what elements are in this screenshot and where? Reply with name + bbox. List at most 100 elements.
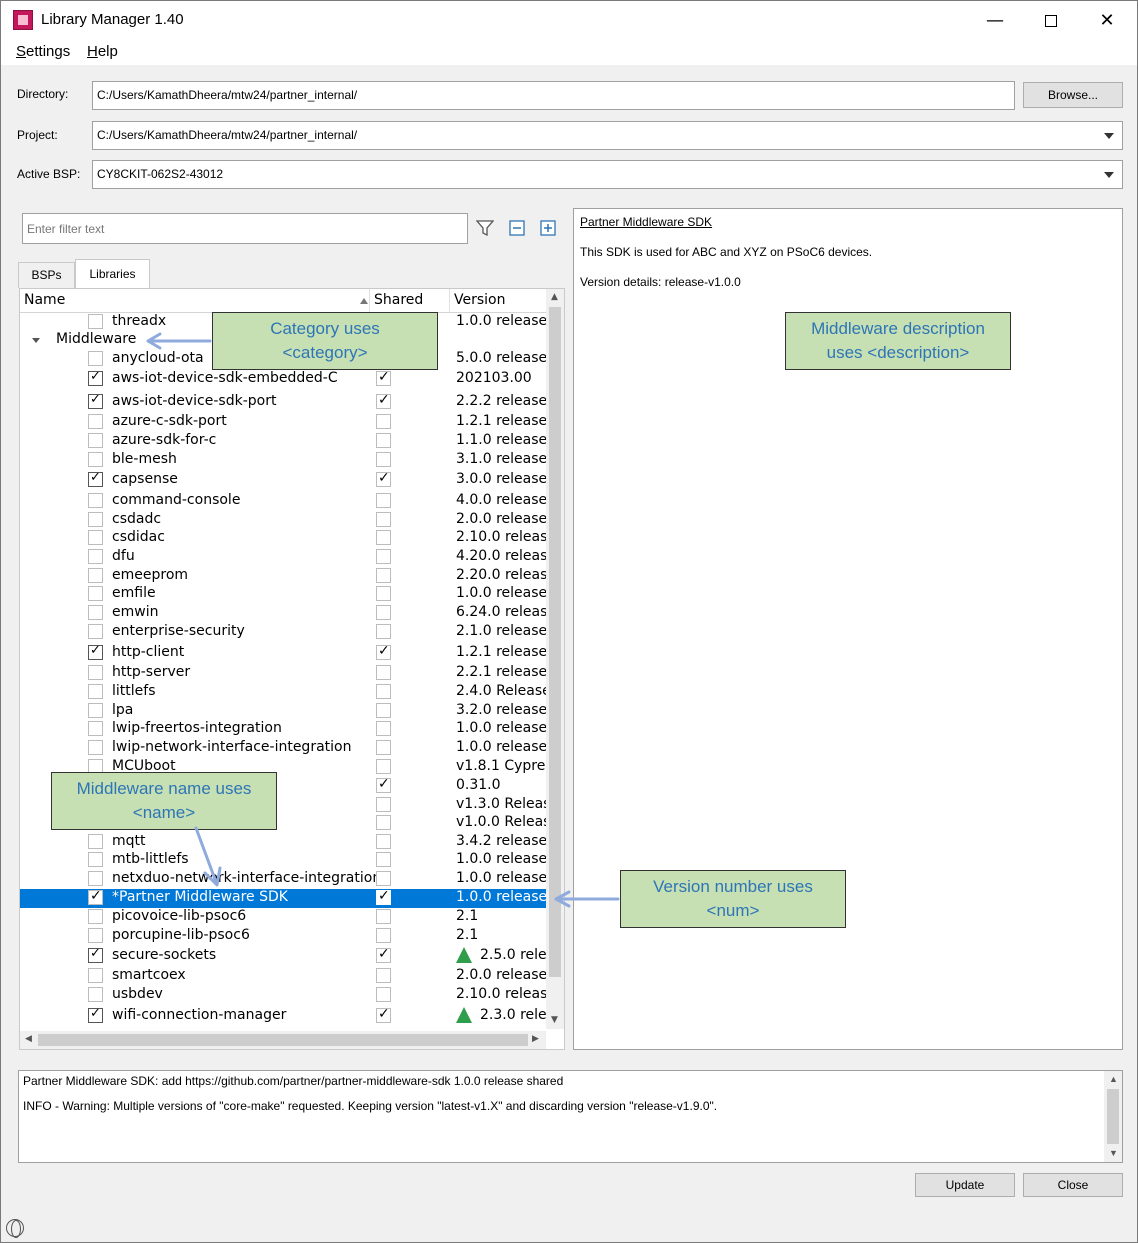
- minimize-button[interactable]: —: [967, 1, 1023, 40]
- shared-checkbox[interactable]: [376, 703, 391, 718]
- library-checkbox[interactable]: [88, 568, 103, 583]
- tree-row[interactable]: lwip-freertos-integration 1.0.0 release: [20, 720, 546, 739]
- shared-checkbox[interactable]: [376, 815, 391, 830]
- version-cell[interactable]: 2.2.2 release: [456, 393, 546, 409]
- version-cell[interactable]: 6.24.0 release: [456, 604, 546, 620]
- library-checkbox[interactable]: [88, 987, 103, 1002]
- shared-checkbox[interactable]: [376, 740, 391, 755]
- version-cell[interactable]: 1.0.0 release: [456, 313, 546, 329]
- log-scrollbar[interactable]: ▲ ▼: [1104, 1071, 1122, 1162]
- library-checkbox[interactable]: [88, 369, 103, 386]
- library-checkbox[interactable]: [88, 493, 103, 508]
- scroll-left-icon[interactable]: ◀: [25, 1034, 32, 1044]
- version-cell[interactable]: 1.0.0 release: [456, 585, 546, 601]
- tree-row[interactable]: mqtt 3.4.2 release: [20, 833, 546, 852]
- version-cell[interactable]: 5.0.0 release: [456, 350, 546, 366]
- library-checkbox[interactable]: [88, 624, 103, 639]
- close-window-button[interactable]: ✕: [1079, 1, 1135, 40]
- library-checkbox[interactable]: [88, 433, 103, 448]
- library-checkbox[interactable]: [88, 703, 103, 718]
- column-shared[interactable]: Shared: [370, 289, 450, 312]
- version-cell[interactable]: 3.4.2 release: [456, 833, 546, 849]
- version-cell[interactable]: 2.5.0 release: [456, 947, 546, 963]
- version-cell[interactable]: 2.1.0 release: [456, 623, 546, 639]
- library-checkbox[interactable]: [88, 888, 103, 905]
- tree-vertical-scrollbar[interactable]: ▲ ▼: [546, 289, 564, 1029]
- close-button[interactable]: Close: [1023, 1173, 1123, 1197]
- tree-row[interactable]: lwip-network-interface-integration 1.0.0 …: [20, 739, 546, 758]
- library-checkbox[interactable]: [88, 721, 103, 736]
- tree-row[interactable]: *Partner Middleware SDK 1.0.0 release: [20, 888, 546, 908]
- shared-checkbox[interactable]: [376, 605, 391, 620]
- globe-icon[interactable]: [6, 1219, 24, 1238]
- scroll-right-icon[interactable]: ▶: [532, 1034, 539, 1044]
- version-cell[interactable]: 3.1.0 release: [456, 451, 546, 467]
- version-cell[interactable]: 202103.00: [456, 370, 546, 386]
- version-cell[interactable]: v1.0.0 Release: [456, 814, 546, 830]
- tree-row[interactable]: ble-mesh 3.1.0 release: [20, 451, 546, 470]
- tree-row[interactable]: azure-sdk-for-c 1.1.0 release: [20, 432, 546, 451]
- tree-row[interactable]: porcupine-lib-psoc6 2.1: [20, 927, 546, 946]
- shared-checkbox[interactable]: [376, 665, 391, 680]
- shared-checkbox[interactable]: [376, 643, 391, 660]
- shared-checkbox[interactable]: [376, 928, 391, 943]
- maximize-button[interactable]: [1023, 1, 1079, 40]
- shared-checkbox[interactable]: [376, 987, 391, 1002]
- version-cell[interactable]: 2.0.0 release: [456, 511, 546, 527]
- shared-checkbox[interactable]: [376, 909, 391, 924]
- tree-row[interactable]: emeeprom 2.20.0 release: [20, 567, 546, 586]
- library-checkbox[interactable]: [88, 470, 103, 487]
- shared-checkbox[interactable]: [376, 968, 391, 983]
- library-checkbox[interactable]: [88, 740, 103, 755]
- shared-checkbox[interactable]: [376, 721, 391, 736]
- scroll-up-icon[interactable]: ▲: [551, 292, 558, 302]
- version-cell[interactable]: 2.2.1 release: [456, 664, 546, 680]
- filter-input[interactable]: Enter filter text: [22, 213, 468, 244]
- library-checkbox[interactable]: [88, 928, 103, 943]
- shared-checkbox[interactable]: [376, 433, 391, 448]
- version-cell[interactable]: v1.3.0 Release: [456, 796, 546, 812]
- tree-row[interactable]: csdidac 2.10.0 release: [20, 529, 546, 548]
- shared-checkbox[interactable]: [376, 369, 391, 386]
- library-checkbox[interactable]: [88, 512, 103, 527]
- version-cell[interactable]: 2.10.0 release: [456, 529, 546, 545]
- filter-icon[interactable]: [476, 219, 494, 237]
- shared-checkbox[interactable]: [376, 852, 391, 867]
- shared-checkbox[interactable]: [376, 834, 391, 849]
- tree-vertical-scroll-thumb[interactable]: [549, 307, 561, 977]
- shared-checkbox[interactable]: [376, 888, 391, 905]
- version-cell[interactable]: 1.1.0 release: [456, 432, 546, 448]
- menu-help[interactable]: Help: [87, 43, 118, 60]
- library-checkbox[interactable]: [88, 549, 103, 564]
- tree-horizontal-scrollbar[interactable]: ◀ ▶: [20, 1031, 546, 1049]
- shared-checkbox[interactable]: [376, 946, 391, 963]
- tree-row[interactable]: command-console 4.0.0 release: [20, 492, 546, 511]
- library-checkbox[interactable]: [88, 586, 103, 601]
- tree-row[interactable]: secure-sockets 2.5.0 release: [20, 946, 546, 966]
- shared-checkbox[interactable]: [376, 493, 391, 508]
- library-checkbox[interactable]: [88, 946, 103, 963]
- tree-row[interactable]: smartcoex 2.0.0 release: [20, 967, 546, 986]
- library-checkbox[interactable]: [88, 530, 103, 545]
- version-cell[interactable]: 2.4.0 Release: [456, 683, 546, 699]
- version-cell[interactable]: 1.0.0 release: [456, 870, 546, 886]
- library-checkbox[interactable]: [88, 605, 103, 620]
- scroll-down-icon[interactable]: ▼: [1109, 1148, 1118, 1158]
- shared-checkbox[interactable]: [376, 470, 391, 487]
- project-combo[interactable]: C:/Users/KamathDheera/mtw24/partner_inte…: [92, 121, 1123, 150]
- shared-checkbox[interactable]: [376, 776, 391, 793]
- scroll-up-icon[interactable]: ▲: [1109, 1074, 1118, 1084]
- tree-row[interactable]: emfile 1.0.0 release: [20, 585, 546, 604]
- shared-checkbox[interactable]: [376, 759, 391, 774]
- library-checkbox[interactable]: [88, 351, 103, 366]
- tree-row[interactable]: capsense 3.0.0 release: [20, 470, 546, 490]
- tree-horizontal-scroll-thumb[interactable]: [38, 1034, 528, 1046]
- version-cell[interactable]: 1.2.1 release: [456, 413, 546, 429]
- library-checkbox[interactable]: [88, 871, 103, 886]
- shared-checkbox[interactable]: [376, 797, 391, 812]
- version-cell[interactable]: 2.1: [456, 927, 546, 943]
- library-checkbox[interactable]: [88, 968, 103, 983]
- tree-row[interactable]: picovoice-lib-psoc6 2.1: [20, 908, 546, 927]
- log-scroll-thumb[interactable]: [1107, 1089, 1119, 1144]
- version-cell[interactable]: 2.0.0 release: [456, 967, 546, 983]
